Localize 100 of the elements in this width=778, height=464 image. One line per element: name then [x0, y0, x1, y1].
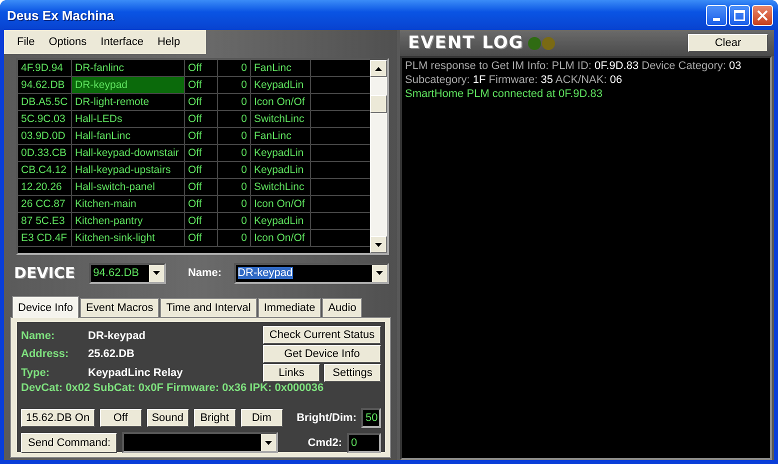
device-type: SwitchLinc [251, 179, 311, 195]
device-state: Off [185, 162, 218, 178]
device-level: 0 [218, 77, 251, 93]
device-level: 0 [218, 128, 251, 144]
device-state: Off [185, 77, 218, 93]
event-log-logo: EVENT LOG [408, 32, 524, 54]
device-name[interactable]: DR-light-remote [72, 94, 185, 110]
device-address: 12.20.26 [18, 179, 72, 195]
bright-dim-label: Bright/Dim: [296, 412, 356, 424]
device-name[interactable]: Hall-LEDs [72, 111, 185, 127]
action-button[interactable]: Get Device Info [263, 345, 381, 363]
field-label: Address: [21, 347, 70, 362]
device-level: 0 [218, 111, 251, 127]
menu-item[interactable]: Help [150, 36, 188, 48]
name-label: Name: [188, 267, 222, 279]
command-button[interactable]: 15.62.DB On [21, 409, 95, 427]
field-value: 25.62.DB [88, 347, 136, 362]
cmd2-field[interactable]: 0 [347, 432, 381, 452]
maximize-button[interactable] [729, 4, 750, 26]
device-name[interactable]: Hall-keypad-upstairs [72, 162, 185, 178]
tab[interactable]: Immediate [258, 298, 322, 317]
tab[interactable]: Time and Interval [160, 298, 257, 317]
device-state: Off [185, 60, 218, 76]
device-address: DB.A5.5C [18, 94, 72, 110]
address-dropdown[interactable]: 94.62.DB [89, 262, 166, 284]
device-state: Off [185, 145, 218, 161]
up-arrow-icon [375, 66, 382, 70]
device-address: 4F.9D.94 [18, 60, 72, 76]
send-command-button[interactable]: Send Command: [21, 432, 117, 452]
device-state: Off [185, 230, 218, 246]
device-type: Icon On/Of [251, 94, 311, 110]
device-address: 5C.9C.03 [18, 111, 72, 127]
device-name[interactable]: Kitchen-pantry [72, 213, 185, 229]
device-type: KeypadLin [251, 77, 311, 93]
device-name[interactable]: DR-keypad [72, 77, 185, 93]
action-button[interactable]: Check Current Status [263, 326, 381, 344]
device-level: 0 [218, 230, 251, 246]
device-name[interactable]: Kitchen-main [72, 196, 185, 212]
device-type: FanLinc [251, 128, 311, 144]
menu-item[interactable]: File [10, 36, 42, 48]
device-type: FanLinc [251, 60, 311, 76]
device-type: KeypadLin [251, 213, 311, 229]
device-state: Off [185, 196, 218, 212]
down-arrow-icon [375, 242, 382, 246]
scroll-thumb[interactable] [370, 95, 387, 113]
clear-button[interactable]: Clear [688, 34, 768, 52]
field-label: Name: [21, 329, 56, 344]
dropdown-arrow-icon [265, 440, 272, 444]
device-name[interactable]: Kitchen-sink-light [72, 230, 185, 246]
device-address: 87 5C.E3 [18, 213, 72, 229]
device-type: SwitchLinc [251, 111, 311, 127]
device-address: CB.C4.12 [18, 162, 72, 178]
close-icon [757, 10, 768, 20]
device-type: Icon On/Of [251, 230, 311, 246]
device-logo: DEVICE [14, 263, 76, 283]
device-type: KeypadLin [251, 162, 311, 178]
window-title: Deus Ex Machina [7, 8, 115, 22]
scrollbar[interactable] [370, 60, 387, 253]
log-entry: SmartHome PLM connected at 0F.9D.83 [405, 87, 604, 101]
cmd2-label: Cmd2: [308, 436, 342, 448]
command-button[interactable]: Off [100, 409, 142, 427]
device-address: 26 CC.87 [18, 196, 72, 212]
device-name[interactable]: Hall-fanLinc [72, 128, 185, 144]
device-level: 0 [218, 179, 251, 195]
action-button[interactable]: Settings [324, 364, 381, 382]
device-name[interactable]: Hall-keypad-downstair [72, 145, 185, 161]
command-button[interactable]: Bright [194, 409, 236, 427]
device-type: KeypadLin [251, 145, 311, 161]
dropdown-arrow-icon [152, 271, 160, 275]
tab[interactable]: Device Info [12, 296, 80, 318]
menu-item[interactable]: Interface [94, 36, 150, 48]
device-state: Off [185, 179, 218, 195]
dropdown-arrow-icon [376, 271, 383, 275]
log-entry: PLM response to Get IM Info: PLM ID: 0F.9D.83 Device Category: 03 Subcategory: 1F Firmware: 35 ACK/NAK: 06 [405, 59, 742, 87]
field-value: KeypadLinc Relay [88, 366, 183, 381]
device-address: 03.9D.0D [18, 128, 72, 144]
close-button[interactable] [752, 4, 773, 26]
device-level: 0 [218, 196, 251, 212]
device-state: Off [185, 213, 218, 229]
device-level: 0 [218, 94, 251, 110]
command-button[interactable]: Dim [240, 409, 283, 427]
field-label: Type: [21, 366, 51, 381]
name-dropdown[interactable]: DR-keypad [234, 262, 389, 284]
minimize-button[interactable] [706, 4, 727, 26]
device-state: Off [185, 111, 218, 127]
device-name[interactable]: Hall-switch-panel [72, 179, 185, 195]
device-address: 0D.33.CB [18, 145, 72, 161]
command-button[interactable]: Sound [146, 409, 189, 427]
action-button[interactable]: Links [263, 364, 320, 382]
maximize-icon [734, 10, 745, 20]
menu-item[interactable]: Options [42, 36, 94, 48]
tab[interactable]: Audio [322, 298, 362, 317]
bright-dim-field[interactable]: 50 [361, 408, 381, 428]
device-state: Off [185, 94, 218, 110]
device-level: 0 [218, 213, 251, 229]
tab[interactable]: Event Macros [80, 298, 160, 317]
field-value: DR-keypad [88, 329, 146, 344]
command-dropdown[interactable] [122, 432, 278, 453]
device-state: Off [185, 128, 218, 144]
device-name[interactable]: DR-fanlinc [72, 60, 185, 76]
